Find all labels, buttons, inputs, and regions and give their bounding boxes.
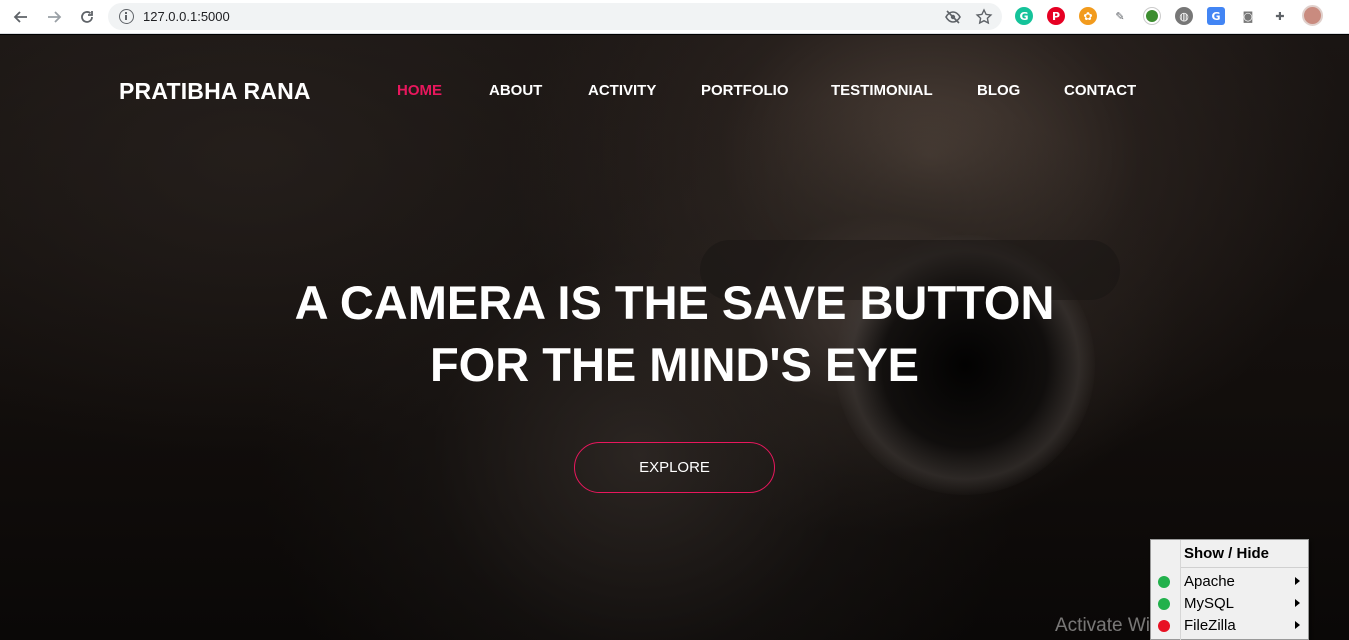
nav-blog[interactable]: BLOG <box>977 82 1020 99</box>
eye-off-icon[interactable] <box>944 8 962 26</box>
hero-headline: A CAMERA IS THE SAVE BUTTON FOR THE MIND… <box>0 272 1349 396</box>
status-dot-icon <box>1158 576 1170 588</box>
browser-toolbar: 127.0.0.1:5000 G P ✿ ✎ ◍ G ◙ ✚ <box>0 0 1349 34</box>
menu-item-mysql[interactable]: MySQL <box>1151 593 1308 615</box>
arrow-right-icon <box>48 11 62 23</box>
menu-divider <box>1181 567 1308 568</box>
site-brand[interactable]: PRATIBHA RANA <box>119 78 311 105</box>
colorful-extension-icon[interactable]: ✿ <box>1079 7 1097 25</box>
profile-avatar[interactable] <box>1302 5 1323 26</box>
status-dot-icon <box>1158 620 1170 632</box>
headline-line-1: A CAMERA IS THE SAVE BUTTON <box>294 276 1055 329</box>
nav-contact[interactable]: CONTACT <box>1064 82 1136 99</box>
back-button[interactable] <box>10 6 32 28</box>
menu-item-label: Apache <box>1184 573 1235 590</box>
reload-icon <box>81 11 93 23</box>
nav-home[interactable]: HOME <box>397 82 442 99</box>
translate-extension-icon[interactable]: G <box>1207 7 1225 25</box>
submenu-arrow-icon <box>1295 577 1300 585</box>
menu-item-label: FileZilla <box>1184 617 1236 634</box>
nav-testimonial[interactable]: TESTIMONIAL <box>831 82 933 99</box>
globe-extension-icon[interactable] <box>1143 7 1161 25</box>
menu-item-filezilla[interactable]: FileZilla <box>1151 615 1308 637</box>
status-dot-icon <box>1158 598 1170 610</box>
nav-about[interactable]: ABOUT <box>489 82 542 99</box>
address-bar[interactable]: 127.0.0.1:5000 <box>108 3 1002 30</box>
tray-context-menu: Show / Hide Apache MySQL FileZilla <box>1150 539 1309 640</box>
site-info-icon[interactable] <box>119 9 134 24</box>
reload-button[interactable] <box>76 6 98 28</box>
headline-line-2: FOR THE MIND'S EYE <box>429 338 920 391</box>
nav-portfolio[interactable]: PORTFOLIO <box>701 82 789 99</box>
puzzle-extensions-icon[interactable]: ✚ <box>1271 7 1289 25</box>
submenu-arrow-icon <box>1295 599 1300 607</box>
menu-title[interactable]: Show / Hide <box>1184 545 1269 562</box>
pinterest-extension-icon[interactable]: P <box>1047 7 1065 25</box>
web-extension-icon[interactable]: ◍ <box>1175 7 1193 25</box>
menu-item-label: MySQL <box>1184 595 1235 612</box>
nav-activity[interactable]: ACTIVITY <box>588 82 656 99</box>
address-url[interactable]: 127.0.0.1:5000 <box>143 9 230 24</box>
explore-button[interactable]: EXPLORE <box>574 442 775 493</box>
grammarly-extension-icon[interactable]: G <box>1015 7 1033 25</box>
bookmark-star-icon[interactable] <box>975 8 993 26</box>
eyedropper-extension-icon[interactable]: ✎ <box>1111 7 1129 25</box>
camera-extension-icon[interactable]: ◙ <box>1239 7 1257 25</box>
forward-button[interactable] <box>43 6 65 28</box>
hero-section: PRATIBHA RANA HOME ABOUT ACTIVITY PORTFO… <box>0 35 1349 640</box>
menu-item-apache[interactable]: Apache <box>1151 571 1308 593</box>
arrow-left-icon <box>13 11 27 23</box>
submenu-arrow-icon <box>1295 621 1300 629</box>
